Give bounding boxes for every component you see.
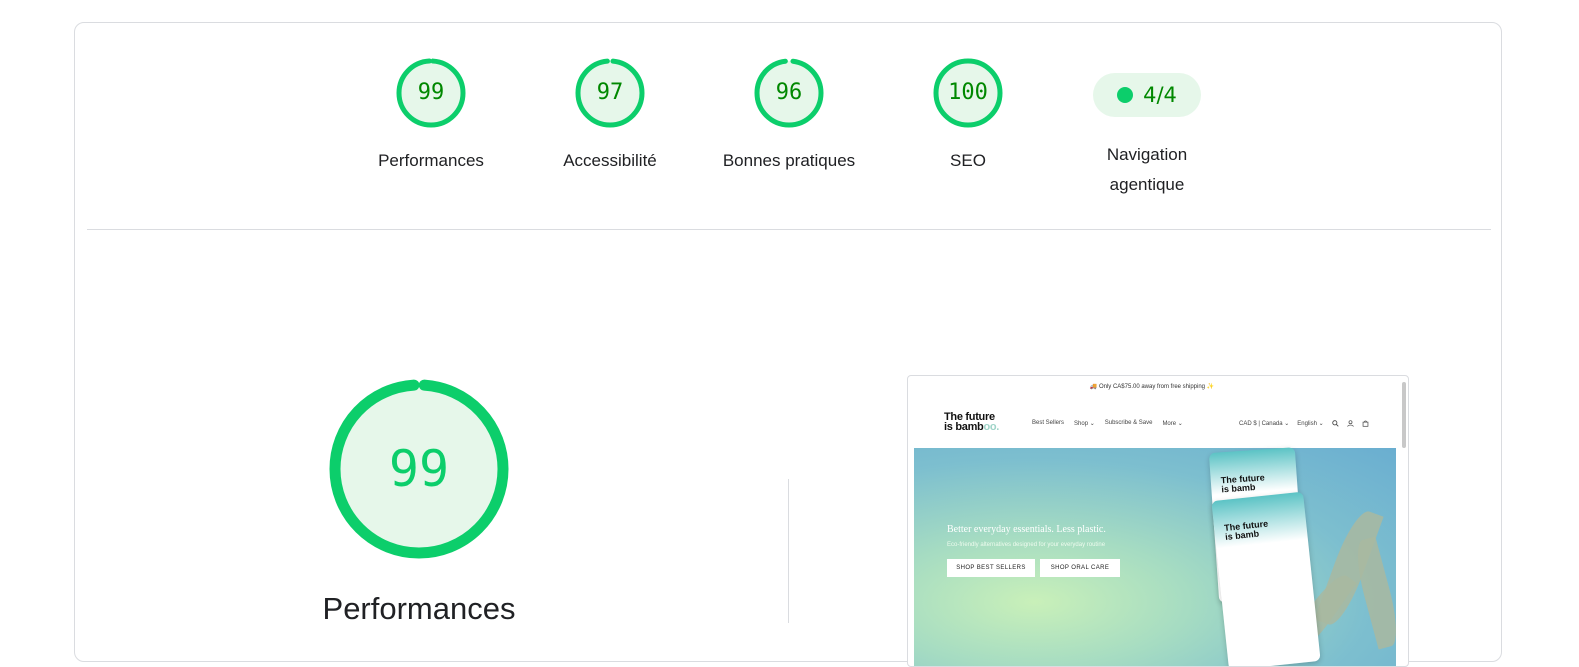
main-category-title: Performances — [322, 591, 516, 626]
hero-banner: The future is bamb The future is bamb Bett… — [914, 447, 1404, 666]
agentic-badge: 4/4 — [1093, 73, 1201, 117]
agentic-value: 4/4 — [1143, 83, 1177, 107]
hero-title: Better everyday essentials. Less plastic… — [947, 524, 1106, 535]
account-icon — [1347, 420, 1354, 427]
site-nav-item: Subscribe & Save — [1104, 420, 1153, 426]
gauge-ring: 100 — [932, 57, 1004, 129]
category-gauges: 99 Performances 97 Accessibilité 96 Bonn… — [75, 23, 1501, 229]
gauge-score: 97 — [596, 80, 624, 105]
announcement-bar: 🚚 Only CA$75.00 away from free shipping … — [1089, 384, 1215, 390]
main-score: 99 — [388, 440, 450, 498]
shop-oral-care-button: SHOP ORAL CARE — [1040, 559, 1120, 577]
hero-subtitle: Eco-friendly alternatives designed for y… — [947, 542, 1106, 548]
final-screenshot-preview[interactable]: 🚚 Only CA$75.00 away from free shipping … — [907, 375, 1409, 667]
gauge-label-line2: agentique — [1109, 175, 1185, 194]
gauge-score: 99 — [417, 80, 445, 105]
gauge-ring: 99 — [395, 57, 467, 129]
shop-best-sellers-button: SHOP BEST SELLERS — [947, 559, 1035, 577]
site-utilities: CAD $ | Canada ⌄ English ⌄ — [1239, 420, 1369, 427]
gauge-label: Performances — [378, 151, 484, 170]
vertical-divider — [788, 479, 789, 623]
site-header: The future is bamboo. Best Sellers Shop … — [914, 402, 1396, 442]
gauge-seo[interactable]: 100 SEO — [888, 57, 1048, 176]
site-nav-item: More ⌄ — [1162, 421, 1183, 427]
gauge-performance[interactable]: 99 Performances — [351, 57, 511, 176]
gauge-best-practices[interactable]: 96 Bonnes pratiques — [709, 57, 869, 176]
cart-icon — [1362, 420, 1368, 427]
site-nav-item: Shop ⌄ — [1074, 421, 1095, 427]
gauge-score: 100 — [948, 80, 988, 105]
lighthouse-report-card: 99 Performances 97 Accessibilité 96 Bonn… — [74, 22, 1502, 667]
plant-leaf-decoration — [1350, 536, 1404, 650]
gauge-label: Accessibilité — [563, 151, 657, 170]
gauge-label-line1: Navigation — [1106, 145, 1188, 164]
gauge-label: SEO — [950, 151, 986, 170]
search-icon — [1331, 420, 1339, 427]
gauge-label: Navigation agentique — [1067, 140, 1227, 200]
site-nav-item: Best Sellers — [1032, 420, 1065, 426]
gauge-ring: 96 — [753, 57, 825, 129]
preview-scrollbar — [1402, 382, 1406, 448]
site-nav: Best Sellers Shop ⌄ Subscribe & Save Mor… — [1032, 420, 1183, 427]
gauge-ring: 97 — [574, 57, 646, 129]
section-divider — [87, 229, 1491, 230]
language-selector: English ⌄ — [1297, 421, 1324, 427]
gauge-label: Bonnes pratiques — [722, 151, 856, 170]
main-performance-gauge: 99 — [329, 379, 509, 559]
product-pack-front: The future is bamb — [1211, 491, 1321, 666]
gauge-score: 96 — [775, 80, 803, 105]
site-logo: The future is bamboo. — [944, 411, 1000, 433]
gauge-accessibility[interactable]: 97 Accessibilité — [530, 57, 690, 176]
gauge-agentic-navigation[interactable]: 4/4 Navigation agentique — [1067, 57, 1227, 200]
currency-selector: CAD $ | Canada ⌄ — [1239, 421, 1290, 427]
pass-dot-icon — [1117, 87, 1134, 103]
